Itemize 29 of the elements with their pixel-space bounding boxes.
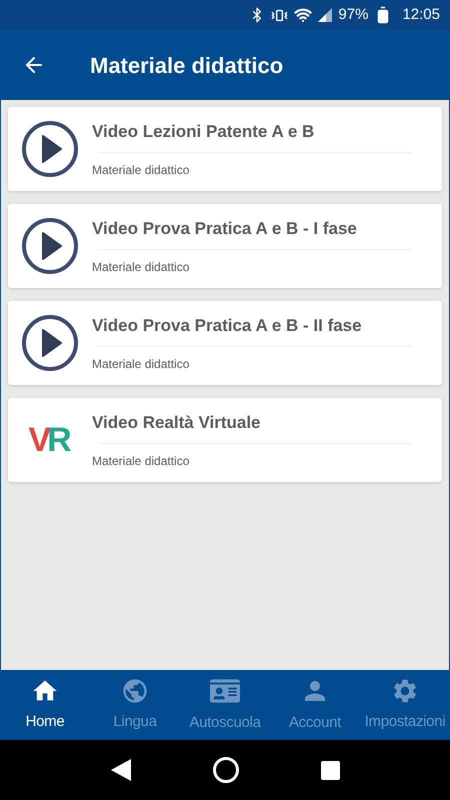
card-title: Video Prova Pratica A e B - II fase (92, 314, 363, 337)
clock: 12:05 (402, 4, 440, 25)
wifi-icon (294, 6, 312, 24)
back-triangle-icon (110, 759, 130, 781)
page-title: Materiale didattico (90, 52, 284, 80)
video-card[interactable]: Video Lezioni Patente A e B Materiale didattico (8, 107, 442, 191)
recents-nav-button[interactable] (320, 760, 340, 780)
play-icon (21, 120, 79, 178)
card-subtitle: Materiale didattico (92, 259, 190, 276)
card-subtitle: Materiale didattico (92, 162, 190, 180)
home-circle-icon (212, 756, 240, 784)
video-card[interactable]: Video Prova Pratica A e B - I fase Materiale didattico (8, 204, 442, 288)
play-icon (21, 217, 79, 275)
home-nav-button[interactable] (212, 756, 240, 784)
card-title: Video Lezioni Patente A e B (92, 120, 316, 143)
globe-icon (121, 676, 149, 705)
video-card[interactable]: Video Prova Pratica A e B - II fase Materiale didattico (8, 301, 442, 385)
card-title: Video Prova Pratica A e B - I fase (92, 218, 358, 240)
card-title: Video Realtà Virtuale (92, 412, 262, 434)
battery-percent: 97% (338, 4, 368, 25)
video-card[interactable]: VR Video Realtà Virtuale Materiale didattico (8, 398, 442, 482)
signal-icon (318, 8, 332, 22)
play-icon (21, 314, 79, 372)
square-icon (320, 760, 340, 780)
card-subtitle: Materiale didattico (92, 453, 190, 470)
back-nav-button[interactable] (110, 759, 130, 781)
nav-tab[interactable]: Home (0, 670, 90, 740)
logo: VR (28, 423, 70, 457)
card-subtitle: Materiale didattico (92, 356, 190, 374)
